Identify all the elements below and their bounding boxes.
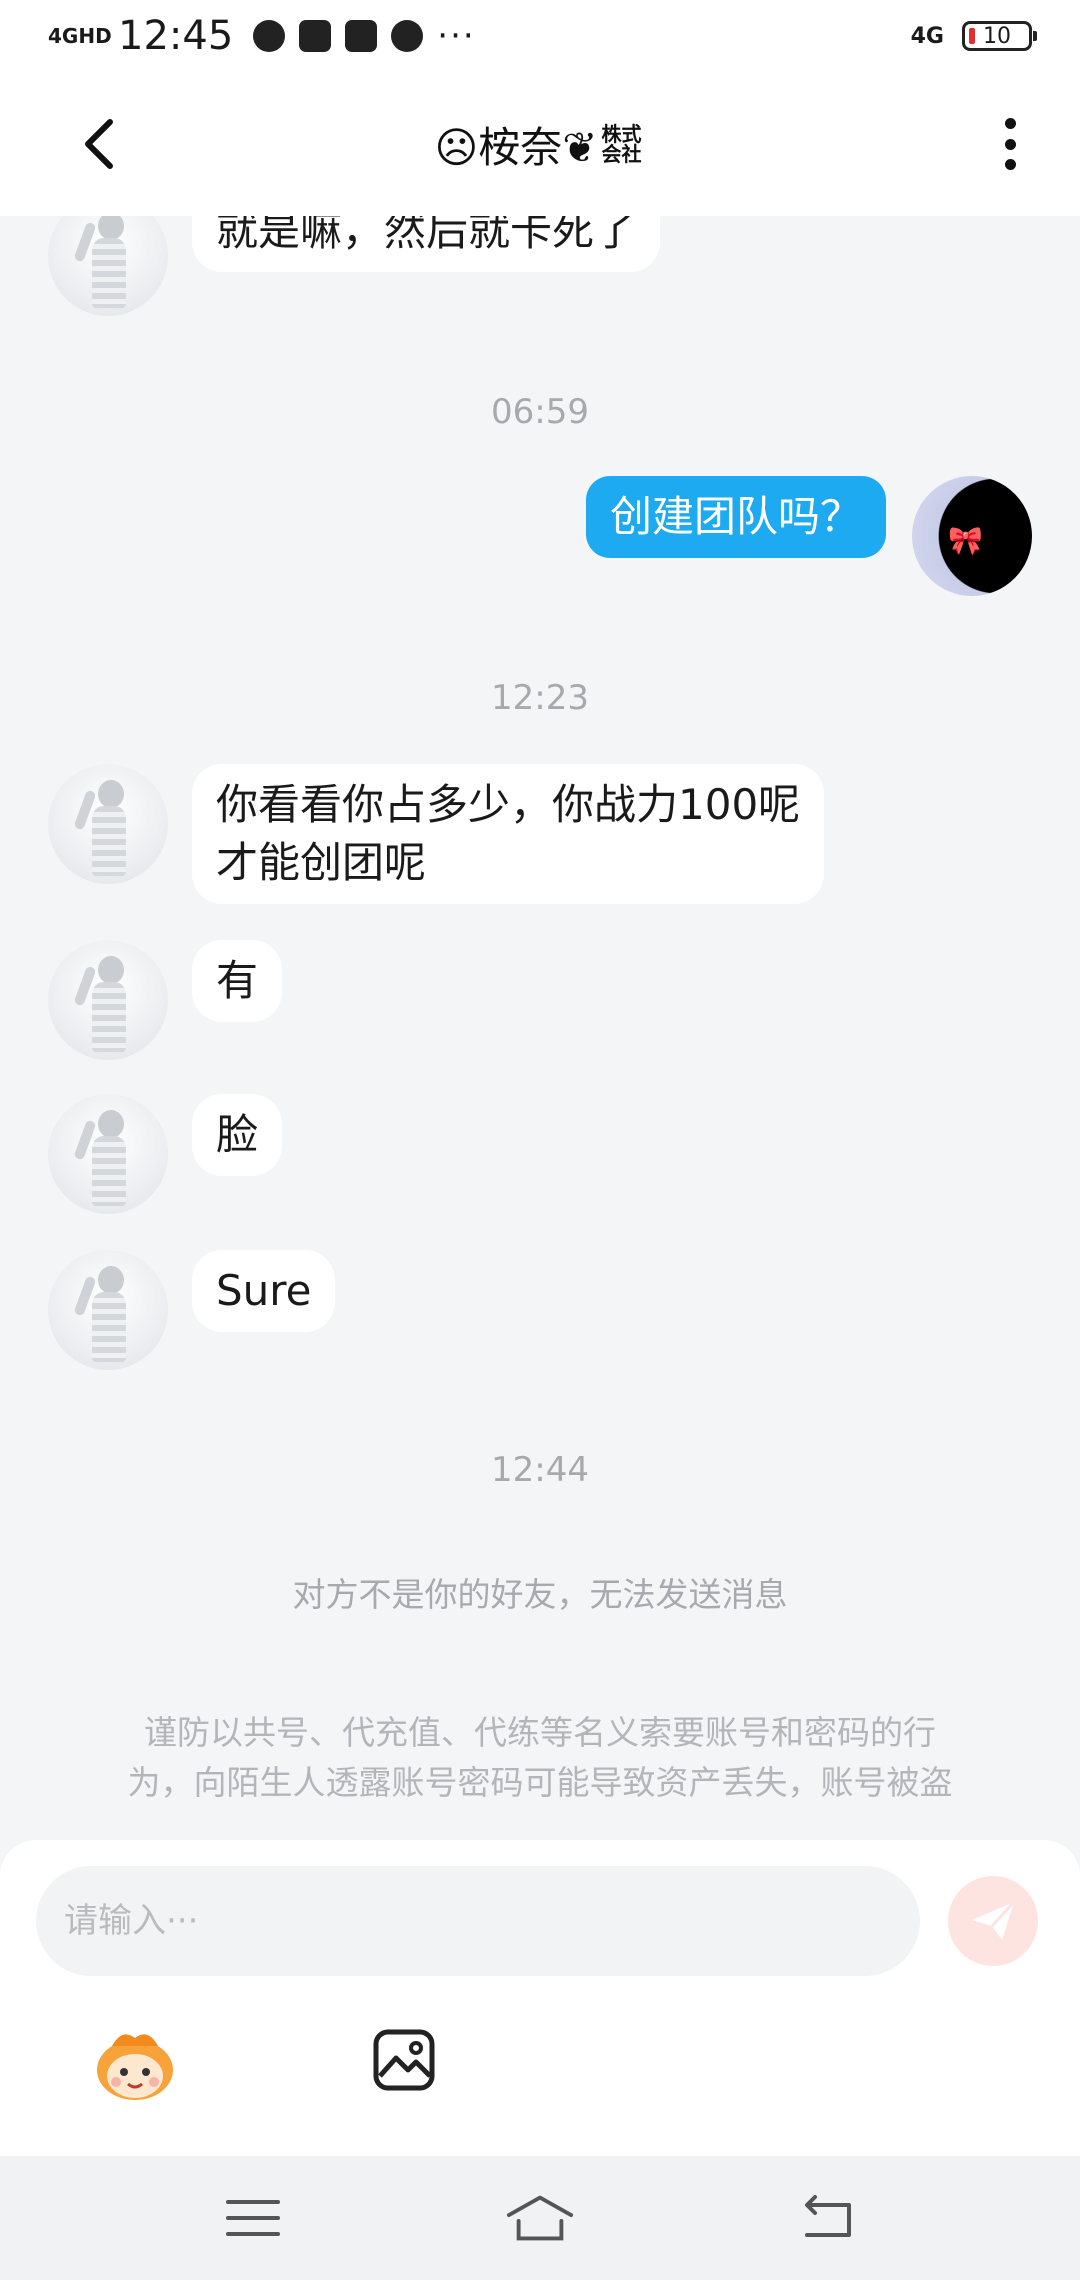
send-button[interactable] xyxy=(948,1876,1038,1966)
warning-line: 为，向陌生人透露账号密码可能导致资产丢失，账号被盗 xyxy=(127,1763,953,1802)
back-arrow-icon xyxy=(85,119,113,169)
not-friend-notice: 对方不是你的好友，无法发送消息 xyxy=(292,1575,788,1614)
message-bubble[interactable]: 就是嘛，然后就卡死了 xyxy=(192,216,661,272)
chat-title-suffix: 株式会社 xyxy=(601,122,642,166)
more-options-button[interactable] xyxy=(990,114,1030,174)
message-bubble[interactable]: 你看看你占多少，你战力100呢 才能创团呢 xyxy=(192,764,825,904)
more-notifications: ··· xyxy=(437,16,476,56)
browser-icon xyxy=(253,20,286,52)
chat-header: ☹桉奈❦ 株式会社 xyxy=(0,72,1080,216)
image-icon xyxy=(373,2029,435,2091)
message-timestamp: 12:23 xyxy=(491,678,589,718)
contact-avatar[interactable] xyxy=(48,764,168,884)
contact-avatar[interactable] xyxy=(48,1094,168,1214)
network-type: 4G xyxy=(910,23,944,49)
back-button[interactable] xyxy=(70,114,130,174)
battery-level: 10 xyxy=(983,23,1011,49)
my-avatar[interactable]: 🎀 xyxy=(912,476,1032,596)
message-timestamp: 12:44 xyxy=(491,1450,589,1490)
message-bubble[interactable]: 有 xyxy=(192,940,283,1022)
status-bar: 4GHD 12:45 ··· 4G 10 xyxy=(0,0,1080,72)
contact-avatar[interactable] xyxy=(48,1250,168,1370)
back-icon xyxy=(804,2195,851,2237)
image-button[interactable] xyxy=(372,2028,436,2092)
home-icon xyxy=(506,2195,574,2241)
menu-button[interactable] xyxy=(218,2188,288,2248)
mail-icon xyxy=(299,20,332,52)
home-button[interactable] xyxy=(505,2188,575,2248)
battery-icon: 10 xyxy=(962,21,1037,51)
system-nav-bar xyxy=(0,2156,1080,2280)
chat-title-name: ☹桉奈❦ xyxy=(434,122,598,172)
message-line: 才能创团呢 xyxy=(216,838,427,887)
back-nav-button[interactable] xyxy=(792,2188,862,2248)
message-line: 你看看你占多少，你战力100呢 xyxy=(216,780,801,829)
contact-avatar[interactable] xyxy=(48,940,168,1060)
more-vertical-icon xyxy=(1004,118,1016,129)
emoji-button[interactable] xyxy=(92,2026,178,2102)
message-list[interactable]: 就是嘛，然后就卡死了 06:59 创建团队吗？ 🎀 12:23 你看看你占多少，… xyxy=(0,216,1080,1840)
warning-line: 谨防以共号、代充值、代练等名义索要账号和密码的行 xyxy=(144,1713,936,1752)
status-time: 12:45 xyxy=(118,13,234,59)
contact-avatar[interactable] xyxy=(48,216,168,316)
bow-icon: 🎀 xyxy=(948,524,983,557)
message-bubble-self[interactable]: 创建团队吗？ xyxy=(585,476,886,558)
security-warning: 谨防以共号、代充值、代练等名义索要账号和密码的行 为，向陌生人透露账号密码可能导… xyxy=(80,1708,1000,1808)
chat-title: ☹桉奈❦ 株式会社 xyxy=(435,114,646,175)
chat-icon xyxy=(391,20,424,52)
message-timestamp: 06:59 xyxy=(491,392,589,432)
signal-icon: 4GHD xyxy=(48,24,112,48)
video-icon xyxy=(345,20,378,52)
emoji-icon xyxy=(97,2034,173,2100)
message-bubble[interactable]: Sure xyxy=(192,1250,336,1332)
message-bubble[interactable]: 脸 xyxy=(192,1094,283,1176)
input-panel xyxy=(0,1840,1080,2156)
menu-icon xyxy=(226,2200,281,2236)
send-icon xyxy=(972,1900,1016,1940)
message-input[interactable] xyxy=(36,1866,920,1976)
